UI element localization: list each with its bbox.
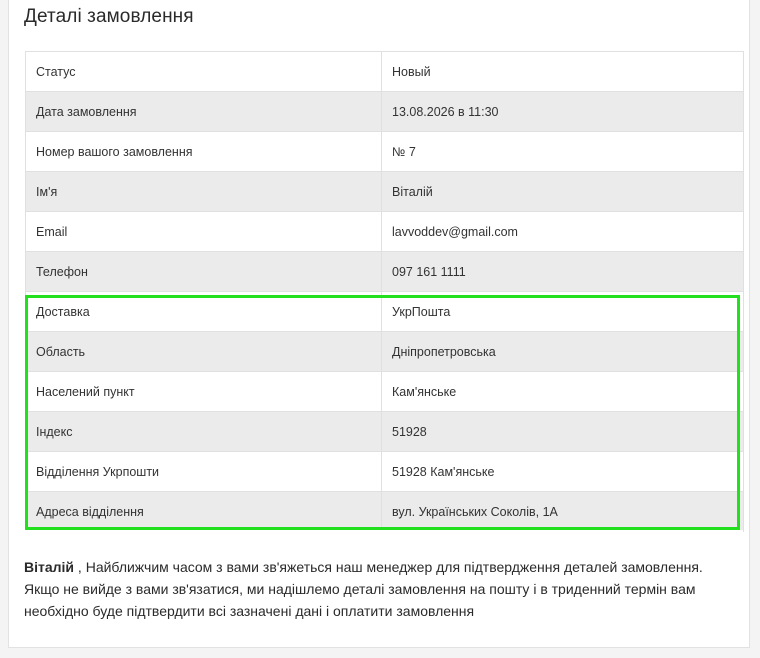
table-row-postal-code: Індекс 51928: [25, 411, 744, 452]
row-label: Номер вашого замовлення: [25, 131, 382, 172]
table-row-city: Населений пункт Кам'янське: [25, 371, 744, 412]
row-value: вул. Українських Соколів, 1А: [381, 491, 744, 532]
confirmation-text: , Найближчим часом з вами зв'яжеться наш…: [24, 559, 703, 619]
page: Деталі замовлення Статус Новый Дата замо…: [0, 0, 760, 658]
table-bottom-spacer: [25, 530, 743, 542]
row-value: 097 161 1111: [381, 251, 744, 292]
row-value: Новый: [381, 51, 744, 92]
table-row-order-date: Дата замовлення 13.08.2026 в 11:30: [25, 91, 744, 132]
row-label: Ім'я: [25, 171, 382, 212]
row-value: 13.08.2026 в 11:30: [381, 91, 744, 132]
customer-name: Віталій: [24, 559, 75, 575]
row-label: Дата замовлення: [25, 91, 382, 132]
table-row-email: Email lavvoddev@gmail.com: [25, 211, 744, 252]
table-row-status: Статус Новый: [25, 51, 744, 92]
row-label: Статус: [25, 51, 382, 92]
table-row-region: Область Дніпропетровська: [25, 331, 744, 372]
table-row-order-number: Номер вашого замовлення № 7: [25, 131, 744, 172]
row-label: Доставка: [25, 291, 382, 332]
table-row-name: Ім'я Віталій: [25, 171, 744, 212]
row-label: Телефон: [25, 251, 382, 292]
row-label: Відділення Укрпошти: [25, 451, 382, 492]
page-title: Деталі замовлення: [24, 6, 194, 27]
table-row-office-address: Адреса відділення вул. Українських Сокол…: [25, 491, 744, 532]
row-label: Населений пункт: [25, 371, 382, 412]
row-value: Дніпропетровська: [381, 331, 744, 372]
row-value: № 7: [381, 131, 744, 172]
row-value: Віталій: [381, 171, 744, 212]
row-value: УкрПошта: [381, 291, 744, 332]
table-row-post-office: Відділення Укрпошти 51928 Кам'янське: [25, 451, 744, 492]
order-details-table: Статус Новый Дата замовлення 13.08.2026 …: [25, 51, 744, 532]
row-label: Область: [25, 331, 382, 372]
table-row-phone: Телефон 097 161 1111: [25, 251, 744, 292]
row-label: Email: [25, 211, 382, 252]
table-row-delivery: Доставка УкрПошта: [25, 291, 744, 332]
row-value: 51928 Кам'янське: [381, 451, 744, 492]
row-label: Індекс: [25, 411, 382, 452]
row-value: lavvoddev@gmail.com: [381, 211, 744, 252]
confirmation-message: Віталій , Найближчим часом з вами зв'яже…: [24, 556, 724, 622]
row-value: Кам'янське: [381, 371, 744, 412]
row-label: Адреса відділення: [25, 491, 382, 532]
row-value: 51928: [381, 411, 744, 452]
